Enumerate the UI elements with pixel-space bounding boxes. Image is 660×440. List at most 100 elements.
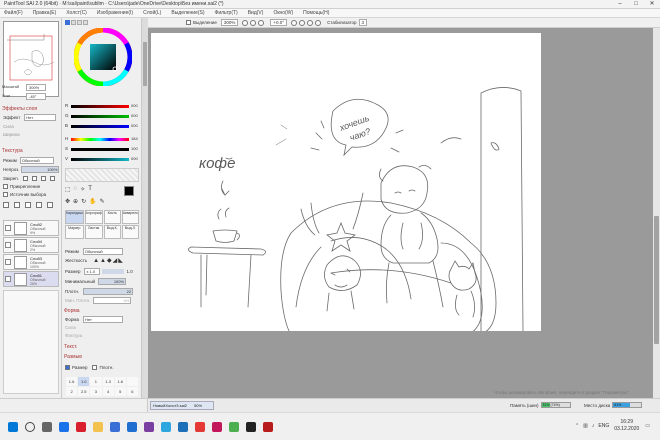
zoom-icon[interactable]: ⊕ [73,198,78,205]
chevron-up-icon[interactable]: ⌃ [575,423,579,429]
brush-size-preset[interactable]: 1.0 [78,377,90,386]
brush-size-preset[interactable]: 4 [102,387,114,396]
rotate-left-icon[interactable] [291,19,298,26]
canvas-zoom-field[interactable]: 300% [220,19,239,26]
drawing-canvas[interactable]: кофе хочешь чаю? [151,33,541,344]
primary-color-swatch[interactable] [124,186,134,196]
clip-checkbox[interactable] [3,184,8,189]
explorer-folder-icon[interactable] [93,422,103,432]
h-slider[interactable] [71,138,129,141]
tool-select-pen[interactable]: Выд.К. [103,225,121,239]
canvas-angle-field[interactable]: +0.0° [270,19,288,26]
text-tool-icon[interactable]: T [88,186,92,193]
color-wheel[interactable] [74,28,132,86]
brush-size-preset[interactable] [126,377,138,386]
hardness-shapes[interactable]: ▲▲◆◢◣ [93,257,124,264]
zoom-value[interactable]: 300% [26,84,46,91]
size-slider[interactable] [102,269,125,274]
merge-icon[interactable] [25,202,31,208]
visibility-icon[interactable] [5,276,11,282]
tool-pencil[interactable]: Карандаш [65,210,84,224]
brush-size-preset[interactable]: 1.6 [66,377,78,386]
swatch-tab-icon[interactable] [83,20,88,25]
menu-filter[interactable]: Фильтр(T) [215,10,238,16]
photos-icon[interactable] [178,422,188,432]
telegram-icon[interactable] [161,422,171,432]
rgb-tab-icon[interactable] [71,20,76,25]
tool-airbrush[interactable]: Аэрограф [84,210,103,224]
layer-row[interactable]: Слой2 Обычный 9% [3,220,59,236]
zoom-reset-icon[interactable] [258,19,265,26]
hsv-tab-icon[interactable] [77,20,82,25]
g-slider[interactable] [71,115,129,118]
density-toggle-checkbox[interactable] [92,365,98,370]
visibility-icon[interactable] [5,259,11,265]
v-value[interactable]: 000 [131,156,138,161]
new-layer-icon[interactable] [3,202,9,208]
layer-effects-header[interactable]: Эффекты слоя [2,106,37,112]
menu-layer[interactable]: Слой(L) [143,10,161,16]
protect-pixels-toggle[interactable] [31,176,37,181]
flip-icon[interactable] [315,19,322,26]
menu-selection[interactable]: Выделение(S) [171,10,204,16]
brush-size-preset[interactable]: 5 [114,387,126,396]
layer-row[interactable]: Слой4 Обычный 2% [3,237,59,253]
color-wheel-tab-icon[interactable] [65,20,70,25]
volume-icon[interactable]: ♪ [592,423,595,429]
form-select[interactable]: Нет [83,316,124,323]
s-value[interactable]: 100 [131,146,138,151]
stabilizer-select[interactable]: 3 [358,19,368,26]
brush-size-preset[interactable]: 1 [90,377,102,386]
brush-size-preset[interactable]: 1.6 [114,377,126,386]
brush-size-preset[interactable]: 1.3 [102,377,114,386]
mail-icon[interactable] [127,422,137,432]
density-slider[interactable]: 22 [83,288,134,295]
menu-view[interactable]: Вид(V) [248,10,264,16]
b-slider[interactable] [71,125,129,128]
menu-help[interactable]: Помощь(H) [303,10,329,16]
app-icon[interactable] [246,422,256,432]
brush-size-preset[interactable]: 3 [90,387,102,396]
layer-row[interactable]: Слой3 Обычный 100% [3,254,59,270]
rotate-reset-icon[interactable] [307,19,314,26]
tool-watercolor[interactable]: Акварель [121,210,139,224]
rect-select-icon[interactable]: ⬚ [65,186,71,193]
blend-mode-select[interactable]: Обычный [19,157,54,164]
search-icon[interactable] [25,422,35,432]
opacity-slider[interactable]: 100% [21,166,60,173]
canvas-scroll-thumb[interactable] [654,216,659,344]
s-slider[interactable] [71,148,129,151]
effect-select[interactable]: Нет [24,114,57,121]
close-button[interactable]: ✕ [644,0,660,9]
menu-canvas[interactable]: Холст(C) [66,10,87,16]
h-value[interactable]: 184 [131,136,138,141]
brush-size-preset[interactable]: 6 [126,387,138,396]
network-icon[interactable]: ▥ [583,423,588,429]
zoom-out-icon[interactable] [242,19,249,26]
move-icon[interactable]: ✥ [65,198,70,205]
lasso-icon[interactable]: ◌ [74,186,78,193]
minimize-button[interactable]: – [612,0,628,9]
clear-icon[interactable] [36,202,42,208]
zoom-in-icon[interactable] [250,19,257,26]
selection-source-checkbox[interactable] [3,192,8,197]
r-slider[interactable] [71,105,129,108]
min-density-slider[interactable]: 0% [93,297,132,304]
yandex-icon[interactable] [195,422,205,432]
chrome-icon[interactable] [229,422,239,432]
notifications-icon[interactable]: ▭ [645,423,650,429]
eyedropper-icon[interactable]: ✎ [100,198,105,205]
hand-icon[interactable]: ✋ [89,198,96,205]
music-icon[interactable] [212,422,222,432]
color-scratchpad[interactable] [65,168,139,182]
menu-window[interactable]: Окно(W) [273,10,293,16]
form-header[interactable]: Форма [64,308,80,314]
menu-edit[interactable]: Правка(E) [33,10,57,16]
store-icon[interactable] [110,422,120,432]
layer-row-selected[interactable]: Слой1 Обычный 26% [3,271,59,287]
tool-marker[interactable]: Маркер [65,225,84,239]
r-value[interactable]: 000 [131,103,138,108]
tool-select-eraser[interactable]: Выд.Л. [121,225,139,239]
size-value[interactable]: 1.0 [126,269,132,274]
v-slider[interactable] [71,158,129,161]
